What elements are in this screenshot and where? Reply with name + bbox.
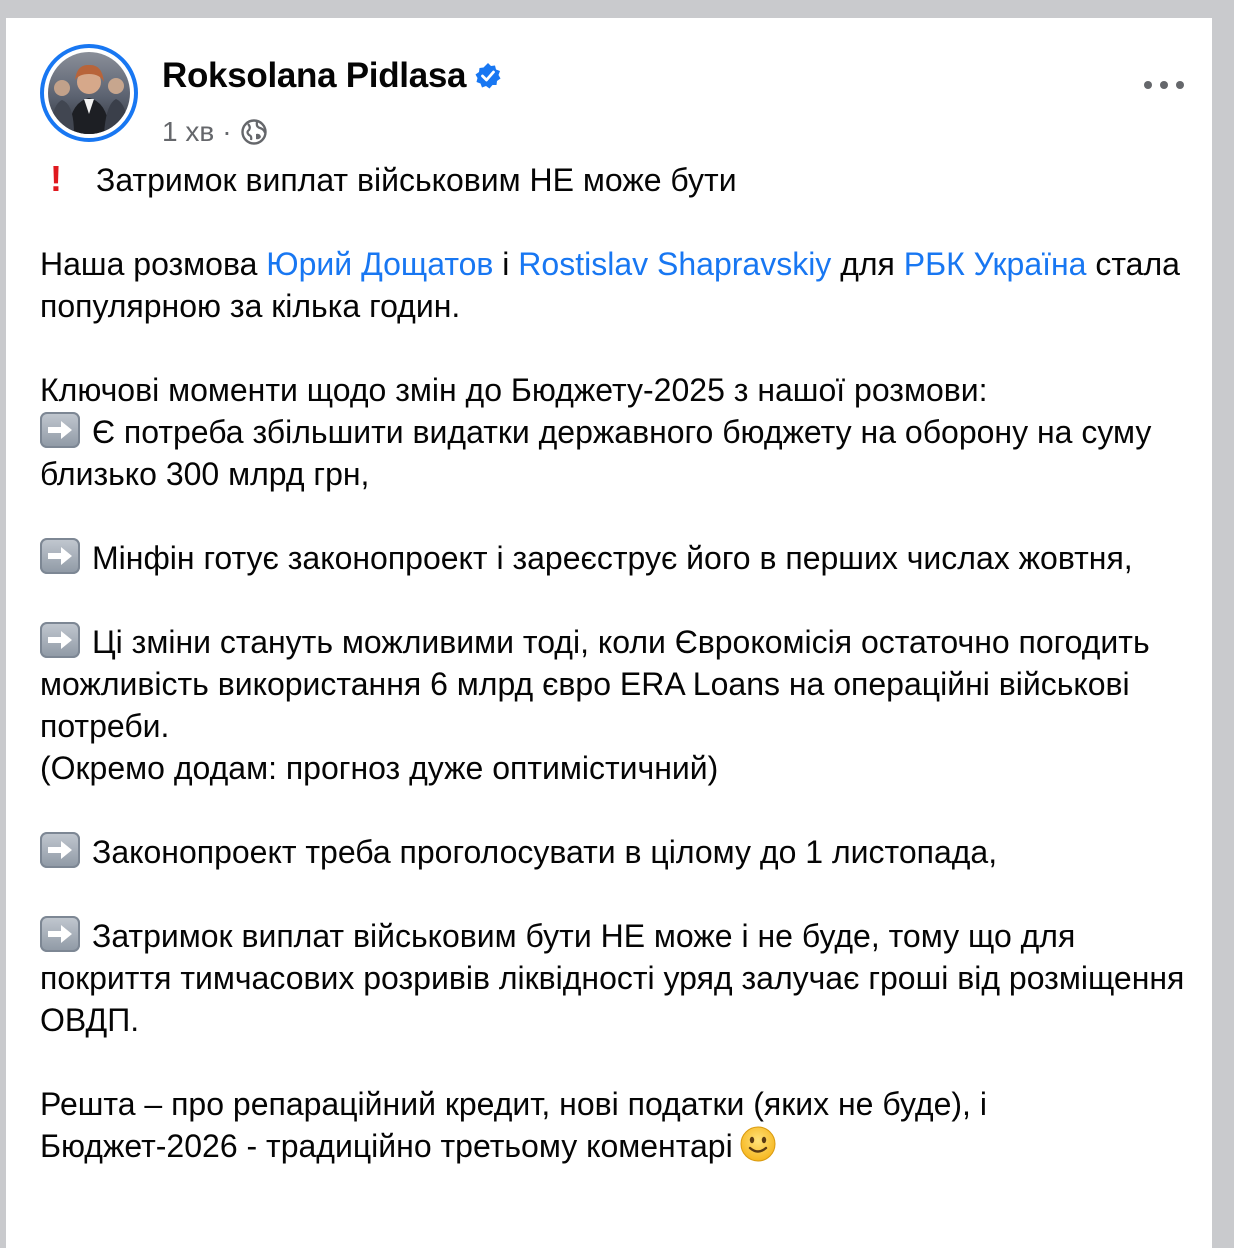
smiley-emoji	[739, 1125, 777, 1163]
post-header: Roksolana Pidlasa 1 хв ·	[40, 44, 1200, 147]
globe-icon[interactable]	[240, 118, 268, 146]
author-name[interactable]: Roksolana Pidlasa	[162, 56, 467, 96]
avatar-photo	[48, 52, 130, 134]
intro-text-2: і	[493, 246, 519, 282]
right-arrow-emoji	[40, 832, 80, 868]
point-paragraph-2: Мінфін готує законопроект і зареєструє й…	[40, 537, 1190, 579]
point-5: Затримок виплат військовим бути НЕ може …	[40, 918, 1185, 1038]
avatar[interactable]	[40, 44, 138, 142]
meta-separator: ·	[222, 116, 232, 147]
right-arrow-emoji	[40, 916, 80, 952]
closing-text: Решта – про репараційний кредит, нові по…	[40, 1086, 987, 1164]
point-paragraph-4: Законопроект треба проголосувати в цілом…	[40, 831, 1190, 873]
point-4: Законопроект треба проголосувати в цілом…	[92, 834, 998, 870]
key-points-heading: Ключові моменти щодо змін до Бюджету-202…	[40, 372, 988, 408]
right-arrow-emoji	[40, 412, 80, 448]
closing-paragraph: Решта – про репараційний кредит, нові по…	[40, 1083, 1190, 1167]
post-timestamp[interactable]: 1 хв	[162, 116, 214, 148]
point-paragraph-3: Ці зміни стануть можливими тоді, коли Єв…	[40, 621, 1190, 789]
mention-link-2[interactable]: Rostislav Shapravskiy	[518, 246, 831, 282]
point-paragraph-5: Затримок виплат військовим бути НЕ може …	[40, 915, 1190, 1041]
post-title-line: ! Затримок виплат військовим НЕ може бути	[40, 158, 1190, 201]
more-options-icon[interactable]	[1144, 78, 1184, 92]
point-1: Є потреба збільшити видатки державного б…	[40, 414, 1152, 492]
author-row: Roksolana Pidlasa	[162, 56, 502, 96]
post-body: ! Затримок виплат військовим НЕ може бути…	[40, 158, 1190, 1209]
intro-text-1: Наша розмова	[40, 246, 267, 282]
exclamation-emoji: !	[50, 158, 62, 199]
post-meta: 1 хв ·	[162, 116, 268, 148]
mention-link-3[interactable]: РБК Україна	[904, 246, 1087, 282]
verified-badge-icon	[474, 62, 502, 90]
post-card: Roksolana Pidlasa 1 хв · ! Затримок випл…	[6, 18, 1212, 1248]
point-3-note: (Окремо додам: прогноз дуже оптимістични…	[40, 750, 719, 786]
mention-link-1[interactable]: Юрий Дощатов	[266, 246, 493, 282]
right-arrow-emoji	[40, 538, 80, 574]
intro-text-3: для	[831, 246, 904, 282]
right-arrow-emoji	[40, 622, 80, 658]
title-text: Затримок виплат військовим НЕ може бути	[96, 162, 737, 198]
key-points-block: Ключові моменти щодо змін до Бюджету-202…	[40, 369, 1190, 495]
intro-paragraph: Наша розмова Юрий Дощатов і Rostislav Sh…	[40, 243, 1190, 327]
point-2: Мінфін готує законопроект і зареєструє й…	[92, 540, 1133, 576]
point-3: Ці зміни стануть можливими тоді, коли Єв…	[40, 624, 1150, 744]
